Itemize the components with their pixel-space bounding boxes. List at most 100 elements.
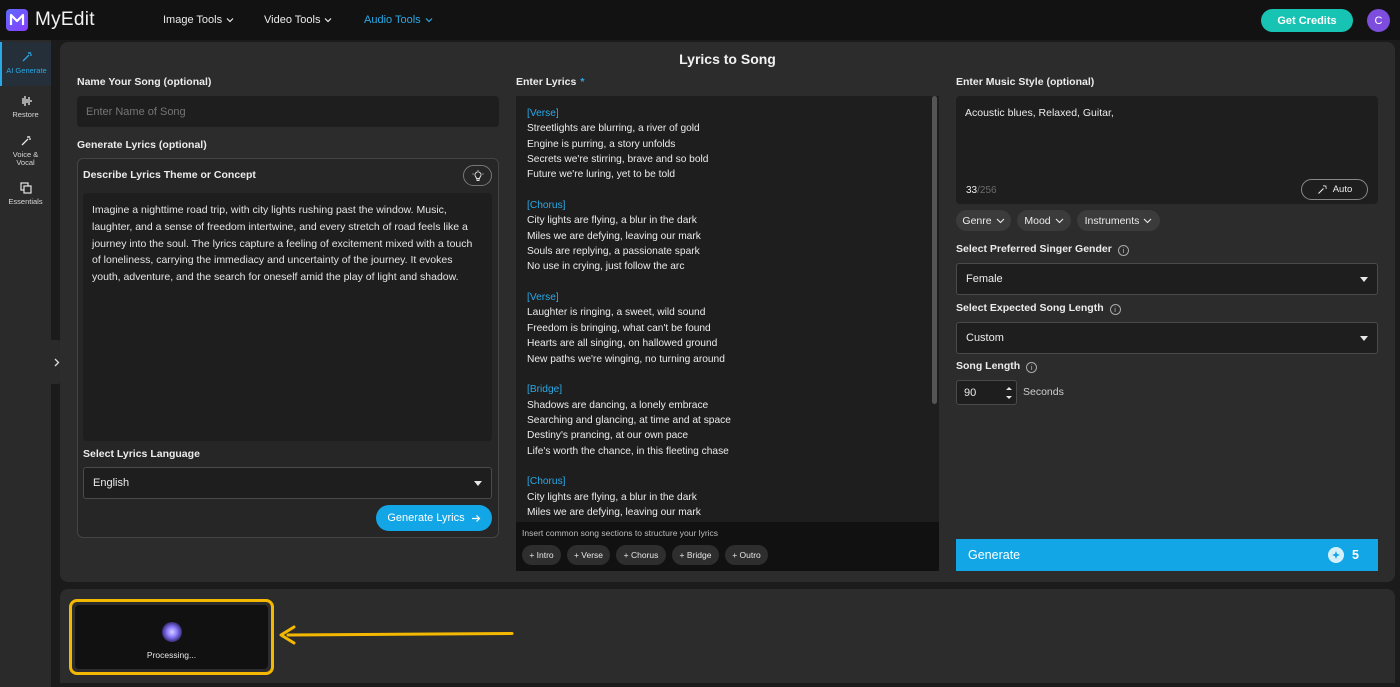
lyrics-line: Miles we are defying, leaving our mark xyxy=(527,230,701,242)
lyrics-content: [Verse] Streetlights are blurring, a rive… xyxy=(527,106,927,520)
lyrics-line: Engine is purring, a story unfolds xyxy=(527,138,676,150)
singer-gender-text: Select Preferred Singer Gender xyxy=(956,243,1112,255)
nav-label: Video Tools xyxy=(264,14,321,26)
credit-icon xyxy=(1328,547,1344,563)
caret-down-icon xyxy=(1360,335,1368,341)
chevron-down-icon xyxy=(996,218,1004,223)
page-title: Lyrics to Song xyxy=(679,51,776,67)
language-select[interactable]: English xyxy=(83,467,492,499)
pill-label: Instruments xyxy=(1084,214,1140,227)
lyrics-line: Life's worth the chance, in this fleetin… xyxy=(527,445,729,457)
brand-name[interactable]: MyEdit xyxy=(35,9,95,31)
info-icon[interactable]: i xyxy=(1026,362,1038,373)
stepper-arrows-icon[interactable] xyxy=(1004,383,1014,403)
generate-button[interactable]: Generate 5 xyxy=(956,539,1378,571)
theme-label: Describe Lyrics Theme or Concept xyxy=(83,169,256,181)
highlight-box xyxy=(69,599,274,675)
insert-bridge-chip[interactable]: + Bridge xyxy=(672,545,719,565)
seconds-unit: Seconds xyxy=(1023,386,1064,398)
singer-gender-value: Female xyxy=(966,273,1003,285)
idea-bulb-button[interactable] xyxy=(463,165,492,186)
lyrics-textarea[interactable]: [Verse] Streetlights are blurring, a rive… xyxy=(516,96,939,571)
enter-lyrics-label: Enter Lyrics * xyxy=(516,76,584,88)
genre-dropdown[interactable]: Genre xyxy=(956,210,1011,231)
insert-intro-chip[interactable]: + Intro xyxy=(522,545,561,565)
auto-style-button[interactable]: Auto xyxy=(1301,179,1368,200)
nav-audio-tools[interactable]: Audio Tools xyxy=(364,14,433,26)
lyrics-section-tag: [Chorus] xyxy=(527,200,566,212)
sidebar-item-essentials[interactable]: Essentials xyxy=(0,181,51,211)
copy-layers-icon xyxy=(19,182,32,194)
song-length-text: Song Length xyxy=(956,360,1021,372)
sidebar-item-restore[interactable]: Restore xyxy=(0,94,51,124)
chevron-down-icon xyxy=(1144,218,1152,223)
lyrics-line: Shadows are dancing, a lonely embrace xyxy=(527,399,709,411)
lyrics-spacer xyxy=(527,275,927,290)
lightbulb-icon xyxy=(472,169,483,181)
char-max: /256 xyxy=(977,185,997,196)
nav-label: Audio Tools xyxy=(364,14,421,26)
lyrics-line: No use in crying, just follow the arc xyxy=(527,261,685,273)
lyrics-line: New paths we're winging, no turning arou… xyxy=(527,353,725,365)
language-label: Select Lyrics Language xyxy=(83,448,200,460)
generate-lyrics-button[interactable]: Generate Lyrics xyxy=(376,505,492,531)
sidebar-item-label: AI Generate xyxy=(6,66,47,75)
chevron-down-icon xyxy=(1055,218,1064,223)
nav-label: Image Tools xyxy=(163,14,223,26)
singer-gender-select[interactable]: Female xyxy=(956,263,1378,295)
info-icon[interactable]: i xyxy=(1109,304,1121,315)
sidebar-item-voice-vocal[interactable]: Voice & Vocal xyxy=(0,134,51,170)
lyrics-line: Destiny's prancing, at our own pace xyxy=(527,430,689,442)
song-length-select-value: Custom xyxy=(966,332,1004,344)
lyrics-section-tag: [Verse] xyxy=(527,108,559,119)
mood-dropdown[interactable]: Mood xyxy=(1017,210,1071,231)
lyrics-line: Miles we are defying, leaving our mark xyxy=(527,506,701,518)
lyrics-line: Freedom is bringing, what can't be found xyxy=(527,322,711,334)
pointer-arrow-icon xyxy=(279,625,514,645)
insert-outro-chip[interactable]: + Outro xyxy=(725,545,768,565)
theme-textarea[interactable]: Imagine a nighttime road trip, with city… xyxy=(83,193,492,441)
magic-wand-icon xyxy=(1317,185,1327,194)
insert-chorus-chip[interactable]: + Chorus xyxy=(616,545,666,565)
auto-label: Auto xyxy=(1332,184,1353,195)
song-name-label: Name Your Song (optional) xyxy=(77,76,212,88)
generate-label: Generate xyxy=(968,548,1021,562)
avatar[interactable]: C xyxy=(1367,9,1390,32)
music-style-value: Acoustic blues, Relaxed, Guitar, xyxy=(965,107,1114,119)
sidebar-item-label: Restore xyxy=(12,110,39,119)
sidebar-item-label: Voice & Vocal xyxy=(12,150,39,167)
lyrics-line: Streetlights are blurring, a river of go… xyxy=(527,123,700,135)
get-credits-button[interactable]: Get Credits xyxy=(1261,9,1353,32)
sidebar-item-ai-generate[interactable]: AI Generate xyxy=(0,42,51,86)
song-length-select[interactable]: Custom xyxy=(956,322,1378,354)
lyrics-line: Searching and glancing, at time and at s… xyxy=(527,414,731,426)
required-mark: * xyxy=(580,76,585,88)
pill-label: Mood xyxy=(1024,214,1051,227)
caret-down-icon xyxy=(1360,276,1368,282)
waveform-icon xyxy=(21,96,32,106)
nav-image-tools[interactable]: Image Tools xyxy=(163,14,234,26)
sidebar-item-label: Essentials xyxy=(8,197,43,206)
lyrics-line: Souls are replying, a passionate spark xyxy=(527,246,700,258)
pill-label: Genre xyxy=(962,214,992,227)
song-length-select-label: Select Expected Song Length i xyxy=(956,302,1121,315)
info-icon[interactable]: i xyxy=(1117,245,1129,256)
lyrics-line: Laughter is ringing, a sweet, wild sound xyxy=(527,307,706,319)
sections-hint: Insert common song sections to structure… xyxy=(522,528,719,538)
enter-lyrics-text: Enter Lyrics xyxy=(516,76,577,88)
lyrics-line: Hearts are all singing, on hallowed grou… xyxy=(527,338,718,350)
char-count: 33 xyxy=(966,185,978,196)
song-length-select-text: Select Expected Song Length xyxy=(956,302,1104,314)
lyrics-line: City lights are flying, a blur in the da… xyxy=(527,491,697,503)
song-name-input[interactable] xyxy=(77,96,499,127)
myedit-logo-icon[interactable] xyxy=(6,9,28,31)
magic-wand-icon xyxy=(21,136,31,146)
instruments-dropdown[interactable]: Instruments xyxy=(1077,210,1160,231)
lyrics-spacer xyxy=(527,367,927,382)
magic-wand-icon xyxy=(22,52,32,62)
lyrics-scrollbar[interactable] xyxy=(932,96,937,404)
lyrics-section-tag: [Chorus] xyxy=(527,476,566,488)
lyrics-section-tag: [Bridge] xyxy=(527,384,563,396)
insert-verse-chip[interactable]: + Verse xyxy=(567,545,610,565)
nav-video-tools[interactable]: Video Tools xyxy=(264,14,332,26)
